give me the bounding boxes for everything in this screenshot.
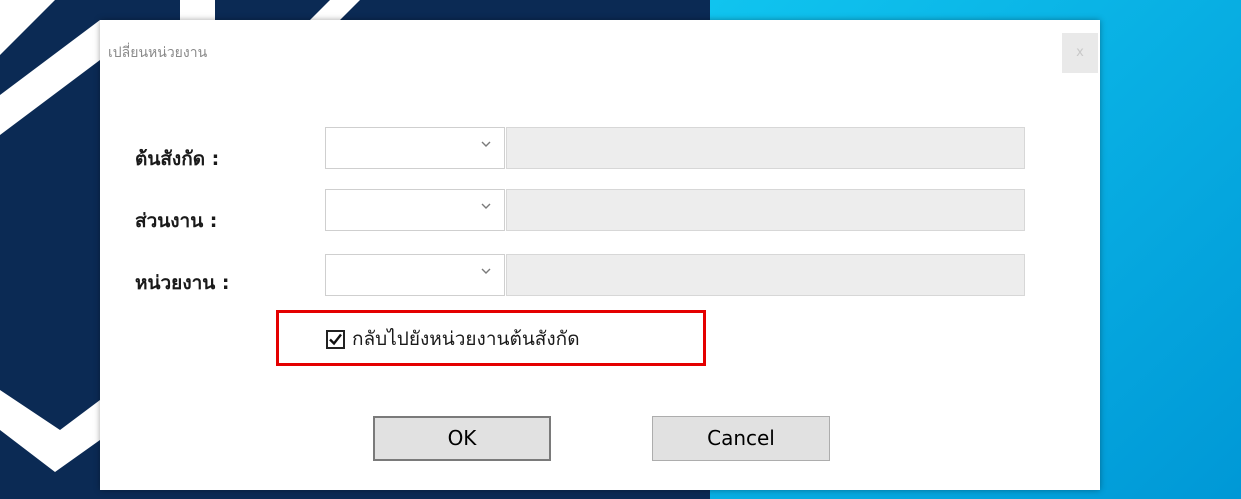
- division-label: ส่วนงาน :: [135, 210, 218, 232]
- close-button[interactable]: x: [1062, 33, 1098, 73]
- parent-agency-dropdown[interactable]: [325, 127, 505, 169]
- division-description-field: [506, 189, 1025, 231]
- dialog-title: เปลี่ยนหน่วยงาน: [108, 45, 208, 61]
- parent-agency-description-field: [506, 127, 1025, 169]
- unit-description-field: [506, 254, 1025, 296]
- return-to-parent-agency-checkbox[interactable]: กลับไปยังหน่วยงานต้นสังกัด: [326, 326, 580, 352]
- change-department-dialog: เปลี่ยนหน่วยงาน x ต้นสังกัด : ส่วนงาน : …: [100, 20, 1100, 490]
- chevron-down-icon: [481, 200, 491, 213]
- unit-label: หน่วยงาน :: [135, 272, 230, 294]
- division-dropdown[interactable]: [325, 189, 505, 231]
- ok-button[interactable]: OK: [373, 416, 551, 461]
- dialog-titlebar: เปลี่ยนหน่วยงาน x: [100, 20, 1100, 82]
- close-icon: x: [1076, 45, 1084, 60]
- chevron-down-icon: [481, 138, 491, 151]
- checkbox-label: กลับไปยังหน่วยงานต้นสังกัด: [352, 328, 580, 350]
- chevron-down-icon: [481, 265, 491, 278]
- parent-agency-label: ต้นสังกัด :: [135, 148, 220, 170]
- unit-dropdown[interactable]: [325, 254, 505, 296]
- cancel-button[interactable]: Cancel: [652, 416, 830, 461]
- checkbox-checked[interactable]: [326, 329, 345, 349]
- checkmark-icon: [329, 333, 342, 345]
